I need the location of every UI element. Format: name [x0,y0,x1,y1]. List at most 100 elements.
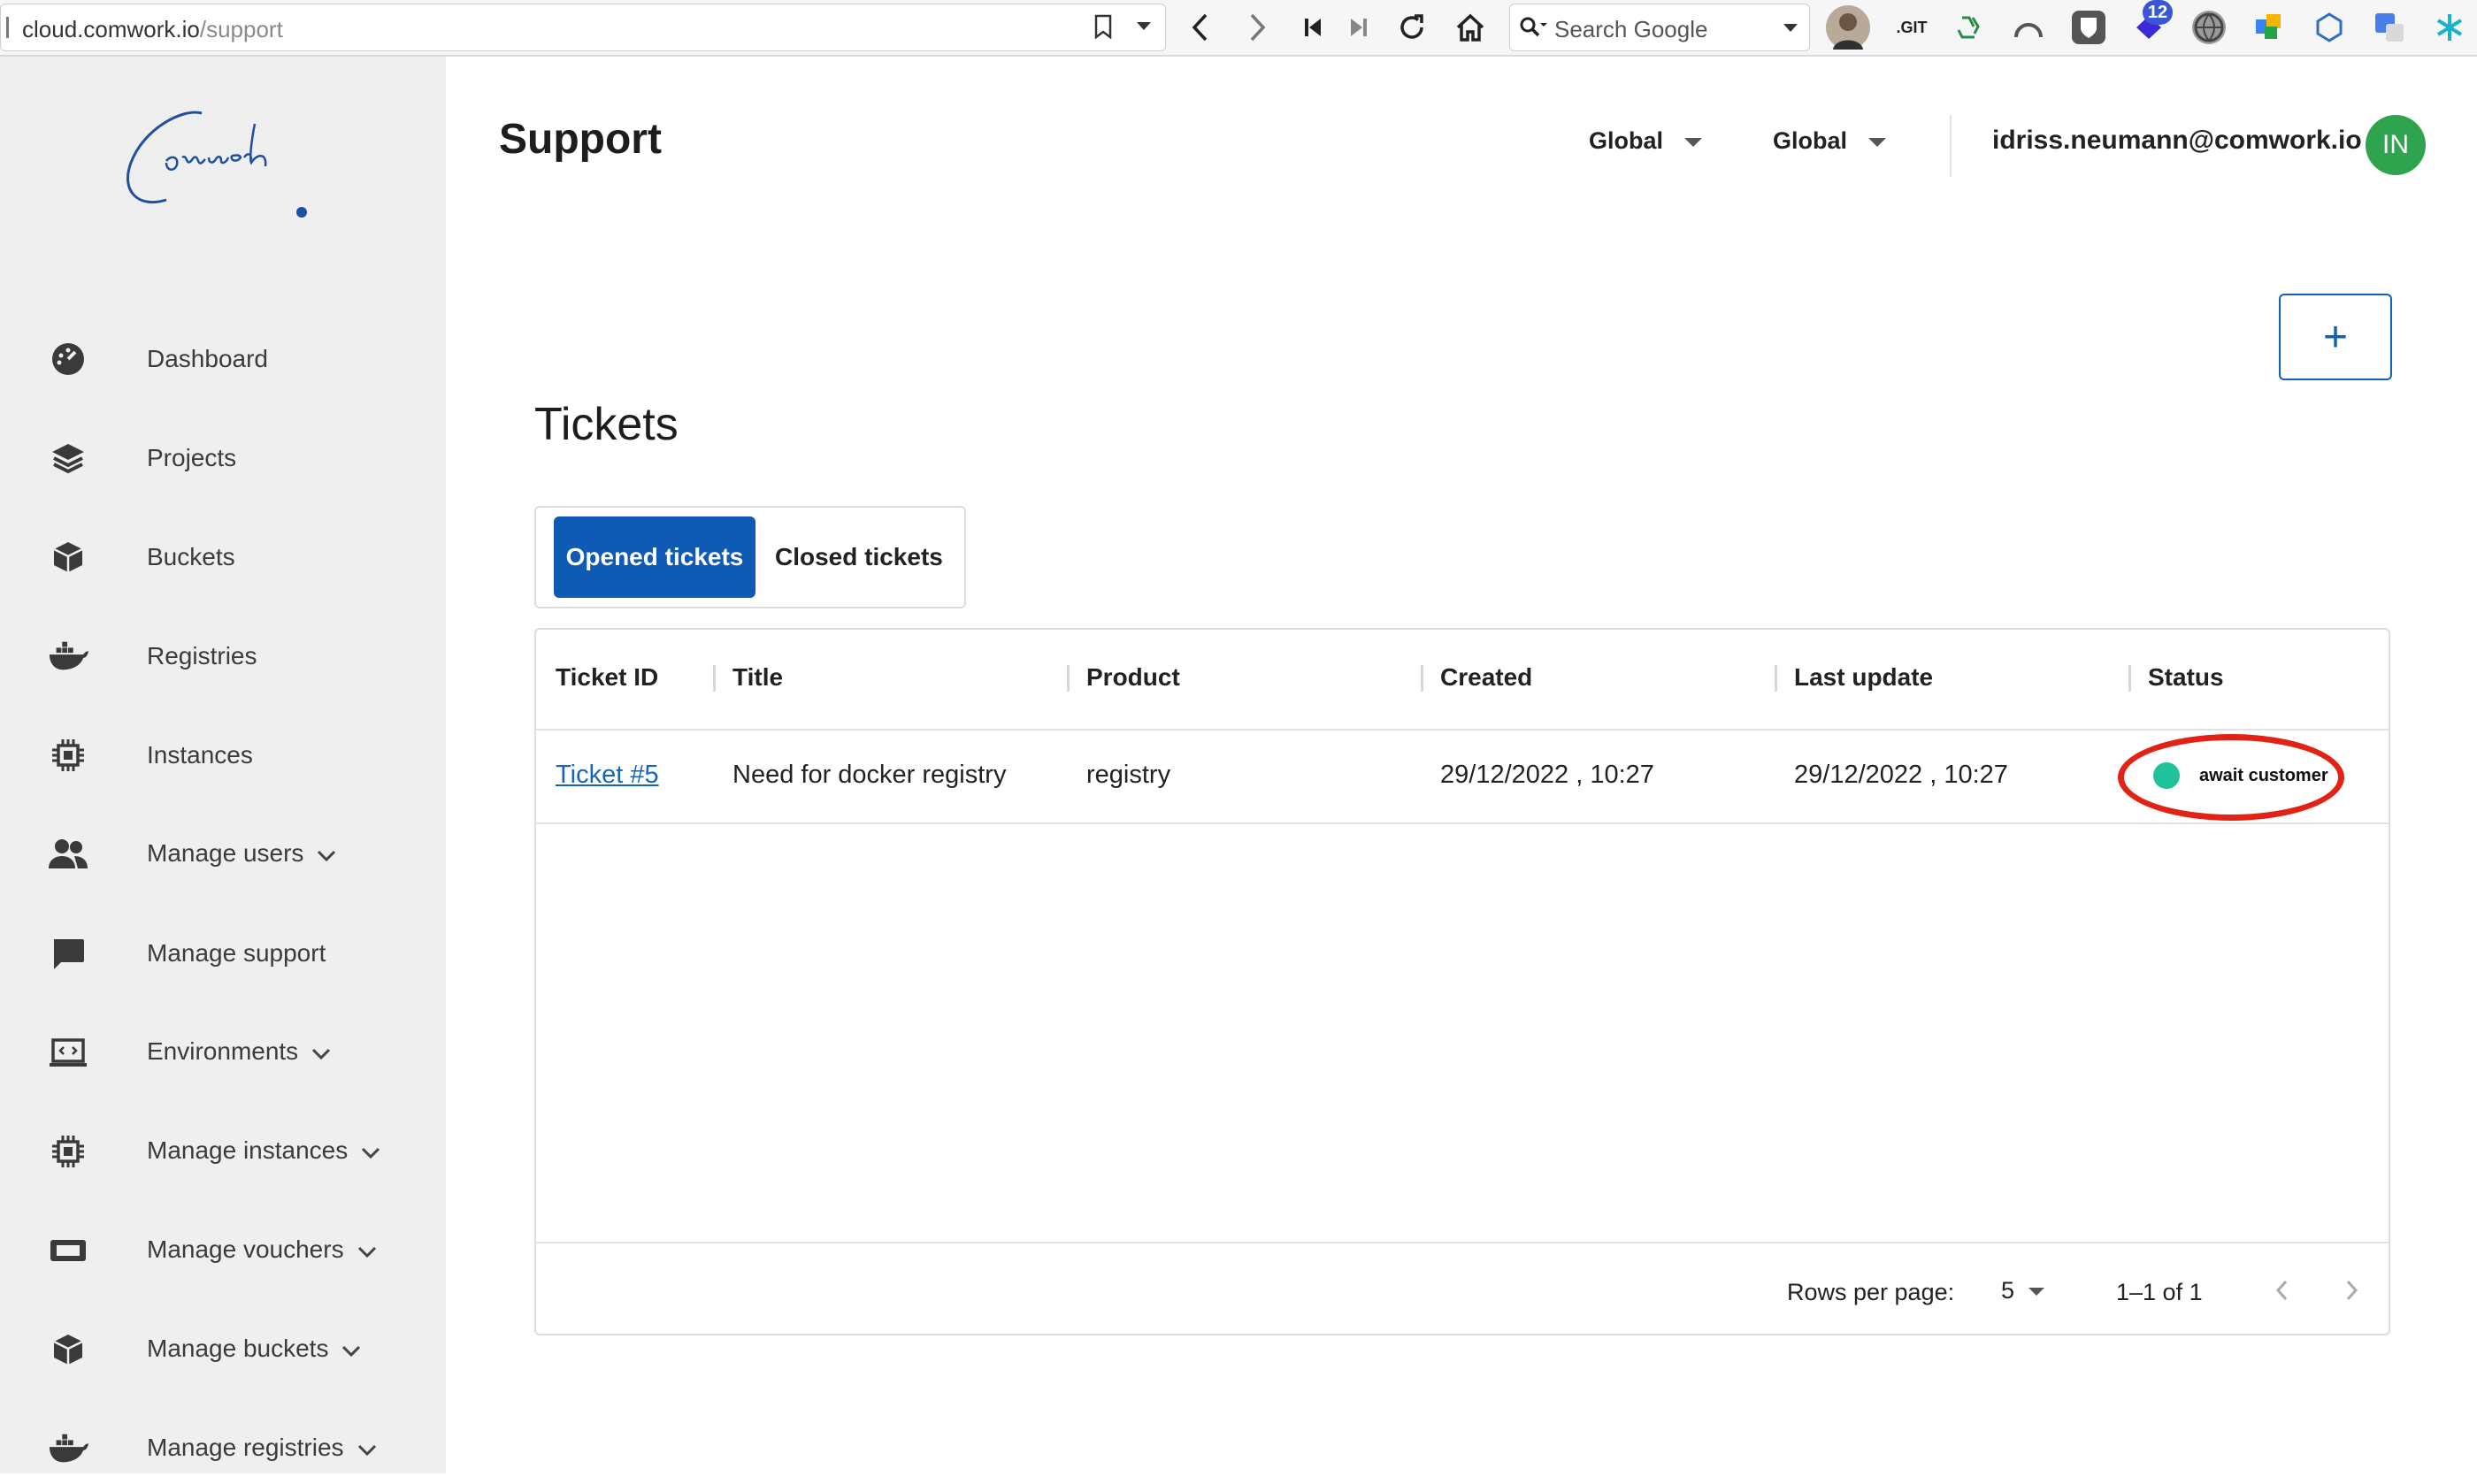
forward-icon[interactable] [1240,5,1276,50]
chevron-down-icon [360,1138,381,1167]
url-dropdown-icon[interactable] [1128,4,1160,49]
table-header: Ticket ID Title Product Created Last upd… [536,630,2389,731]
home-icon[interactable] [1451,5,1490,50]
sidebar-item-label: Manage vouchers [147,1235,344,1264]
sidebar: Dashboard Projects Buckets Registries In… [0,57,446,1473]
url-path: /support [199,16,283,42]
hexagon-extension-icon[interactable] [2312,11,2346,44]
column-separator[interactable] [1067,665,1070,692]
zone-select[interactable]: Global [1773,127,1887,155]
pagination-range: 1–1 of 1 [2116,1279,2203,1305]
header-divider [1950,115,1952,177]
profile-avatar-icon[interactable] [1826,5,1870,50]
reload-icon[interactable] [1392,5,1431,50]
column-header-status[interactable]: Status [2148,663,2224,692]
caret-down-icon [1684,137,1703,147]
chevron-down-icon [316,841,337,869]
region-select[interactable]: Global [1589,127,1703,155]
column-header-created[interactable]: Created [1440,663,1532,692]
sidebar-item-manage-instances[interactable]: Manage instances [0,1116,446,1187]
user-email[interactable]: idriss.neumann@comwork.io [1992,126,2362,156]
chip-icon [48,1131,88,1172]
url-bar[interactable]: cloud.comwork.io/support [0,4,1166,51]
chip-icon [48,735,88,776]
sidebar-item-manage-registries[interactable]: Manage registries [0,1413,446,1484]
cube-icon [48,1329,88,1370]
sidebar-item-label: Buckets [147,543,235,570]
bookmark-icon[interactable] [1085,4,1121,49]
sidebar-item-manage-buckets[interactable]: Manage buckets [0,1314,446,1385]
arc-extension-icon[interactable] [2012,11,2045,44]
browser-search-box[interactable]: Search Google [1509,4,1810,51]
column-separator[interactable] [1421,665,1423,692]
dashboard-gauge-icon [48,339,88,379]
colorful-extension-icon[interactable] [2252,11,2286,44]
previous-page-button[interactable] [2261,1270,2302,1311]
column-separator[interactable] [2128,665,2131,692]
ticket-created: 29/12/2022 , 10:27 [1440,761,1654,789]
sidebar-item-manage-users[interactable]: Manage users [0,819,446,890]
chevron-down-icon [357,1237,378,1266]
globe-extension-icon[interactable] [2192,11,2226,44]
skip-forward-icon[interactable] [1343,5,1375,50]
sidebar-item-label: Manage support [147,939,326,967]
sidebar-item-label-wrap: Manage buckets [147,1335,362,1365]
sidebar-item-projects[interactable]: Projects [0,423,446,493]
column-header-ticket-id[interactable]: Ticket ID [556,663,658,692]
caret-down-icon [2028,1288,2045,1297]
column-header-product[interactable]: Product [1086,663,1180,692]
sidebar-item-dashboard[interactable]: Dashboard [0,324,446,394]
ticket-title: Need for docker registry [732,761,1007,789]
rows-per-page-value: 5 [2001,1277,2015,1304]
tab-opened-tickets[interactable]: Opened tickets [554,516,755,598]
bitwarden-extension-icon[interactable] [2072,11,2105,44]
chevron-down-icon [341,1336,362,1365]
chevron-down-icon [311,1039,332,1067]
sidebar-item-label: Manage registries [147,1434,344,1462]
extension-badge: 12 [2143,0,2173,25]
chat-bubble-icon [48,933,88,974]
chevron-right-icon [2346,1280,2358,1301]
sidebar-item-environments[interactable]: Environments [0,1017,446,1088]
sidebar-item-instances[interactable]: Instances [0,720,446,791]
translate-extension-icon[interactable] [2373,11,2406,44]
table-row[interactable]: Ticket #5 Need for docker registry regis… [536,731,2389,824]
column-header-last-update[interactable]: Last update [1794,663,1933,692]
voucher-icon [48,1230,88,1271]
column-separator[interactable] [713,665,716,692]
comwork-logo[interactable] [120,106,324,226]
git-extension-icon[interactable]: .GIT [1891,11,1932,44]
ticket-last-update: 29/12/2022 , 10:27 [1794,761,2008,789]
rows-per-page-select[interactable]: 5 [2001,1277,2045,1304]
sidebar-item-label: Manage buckets [147,1335,329,1363]
page-title: Support [499,116,662,163]
docker-icon [48,1428,88,1469]
recycle-extension-icon[interactable] [1952,11,1985,44]
tab-closed-tickets[interactable]: Closed tickets [775,516,943,598]
site-info-icon[interactable] [0,17,9,38]
annotation-ring [2118,734,2344,821]
add-ticket-button[interactable]: + [2279,294,2392,380]
tickets-title: Tickets [534,399,679,450]
search-icon [1519,16,1547,45]
sidebar-item-manage-support[interactable]: Manage support [0,918,446,989]
ticket-tabs: Opened tickets Closed tickets [534,506,966,608]
git-extension-label: .GIT [1896,18,1928,36]
avatar[interactable]: IN [2366,115,2426,175]
sidebar-item-buckets[interactable]: Buckets [0,522,446,593]
sidebar-item-registries[interactable]: Registries [0,621,446,692]
chevron-down-icon [357,1435,378,1464]
sidebar-item-label: Instances [147,741,253,769]
skip-back-icon[interactable] [1297,5,1329,50]
column-header-title[interactable]: Title [732,663,783,692]
docker-icon [48,636,88,677]
back-icon[interactable] [1182,5,1217,50]
sidebar-item-manage-vouchers[interactable]: Manage vouchers [0,1215,446,1286]
asterisk-extension-icon[interactable] [2433,11,2466,44]
region-select-value: Global [1589,127,1664,154]
table-pagination: Rows per page: 5 1–1 of 1 [536,1242,2389,1335]
next-page-button[interactable] [2332,1270,2373,1311]
search-engine-dropdown-icon[interactable] [1783,22,1798,38]
ticket-id-link[interactable]: Ticket #5 [556,761,659,790]
column-separator[interactable] [1775,665,1777,692]
